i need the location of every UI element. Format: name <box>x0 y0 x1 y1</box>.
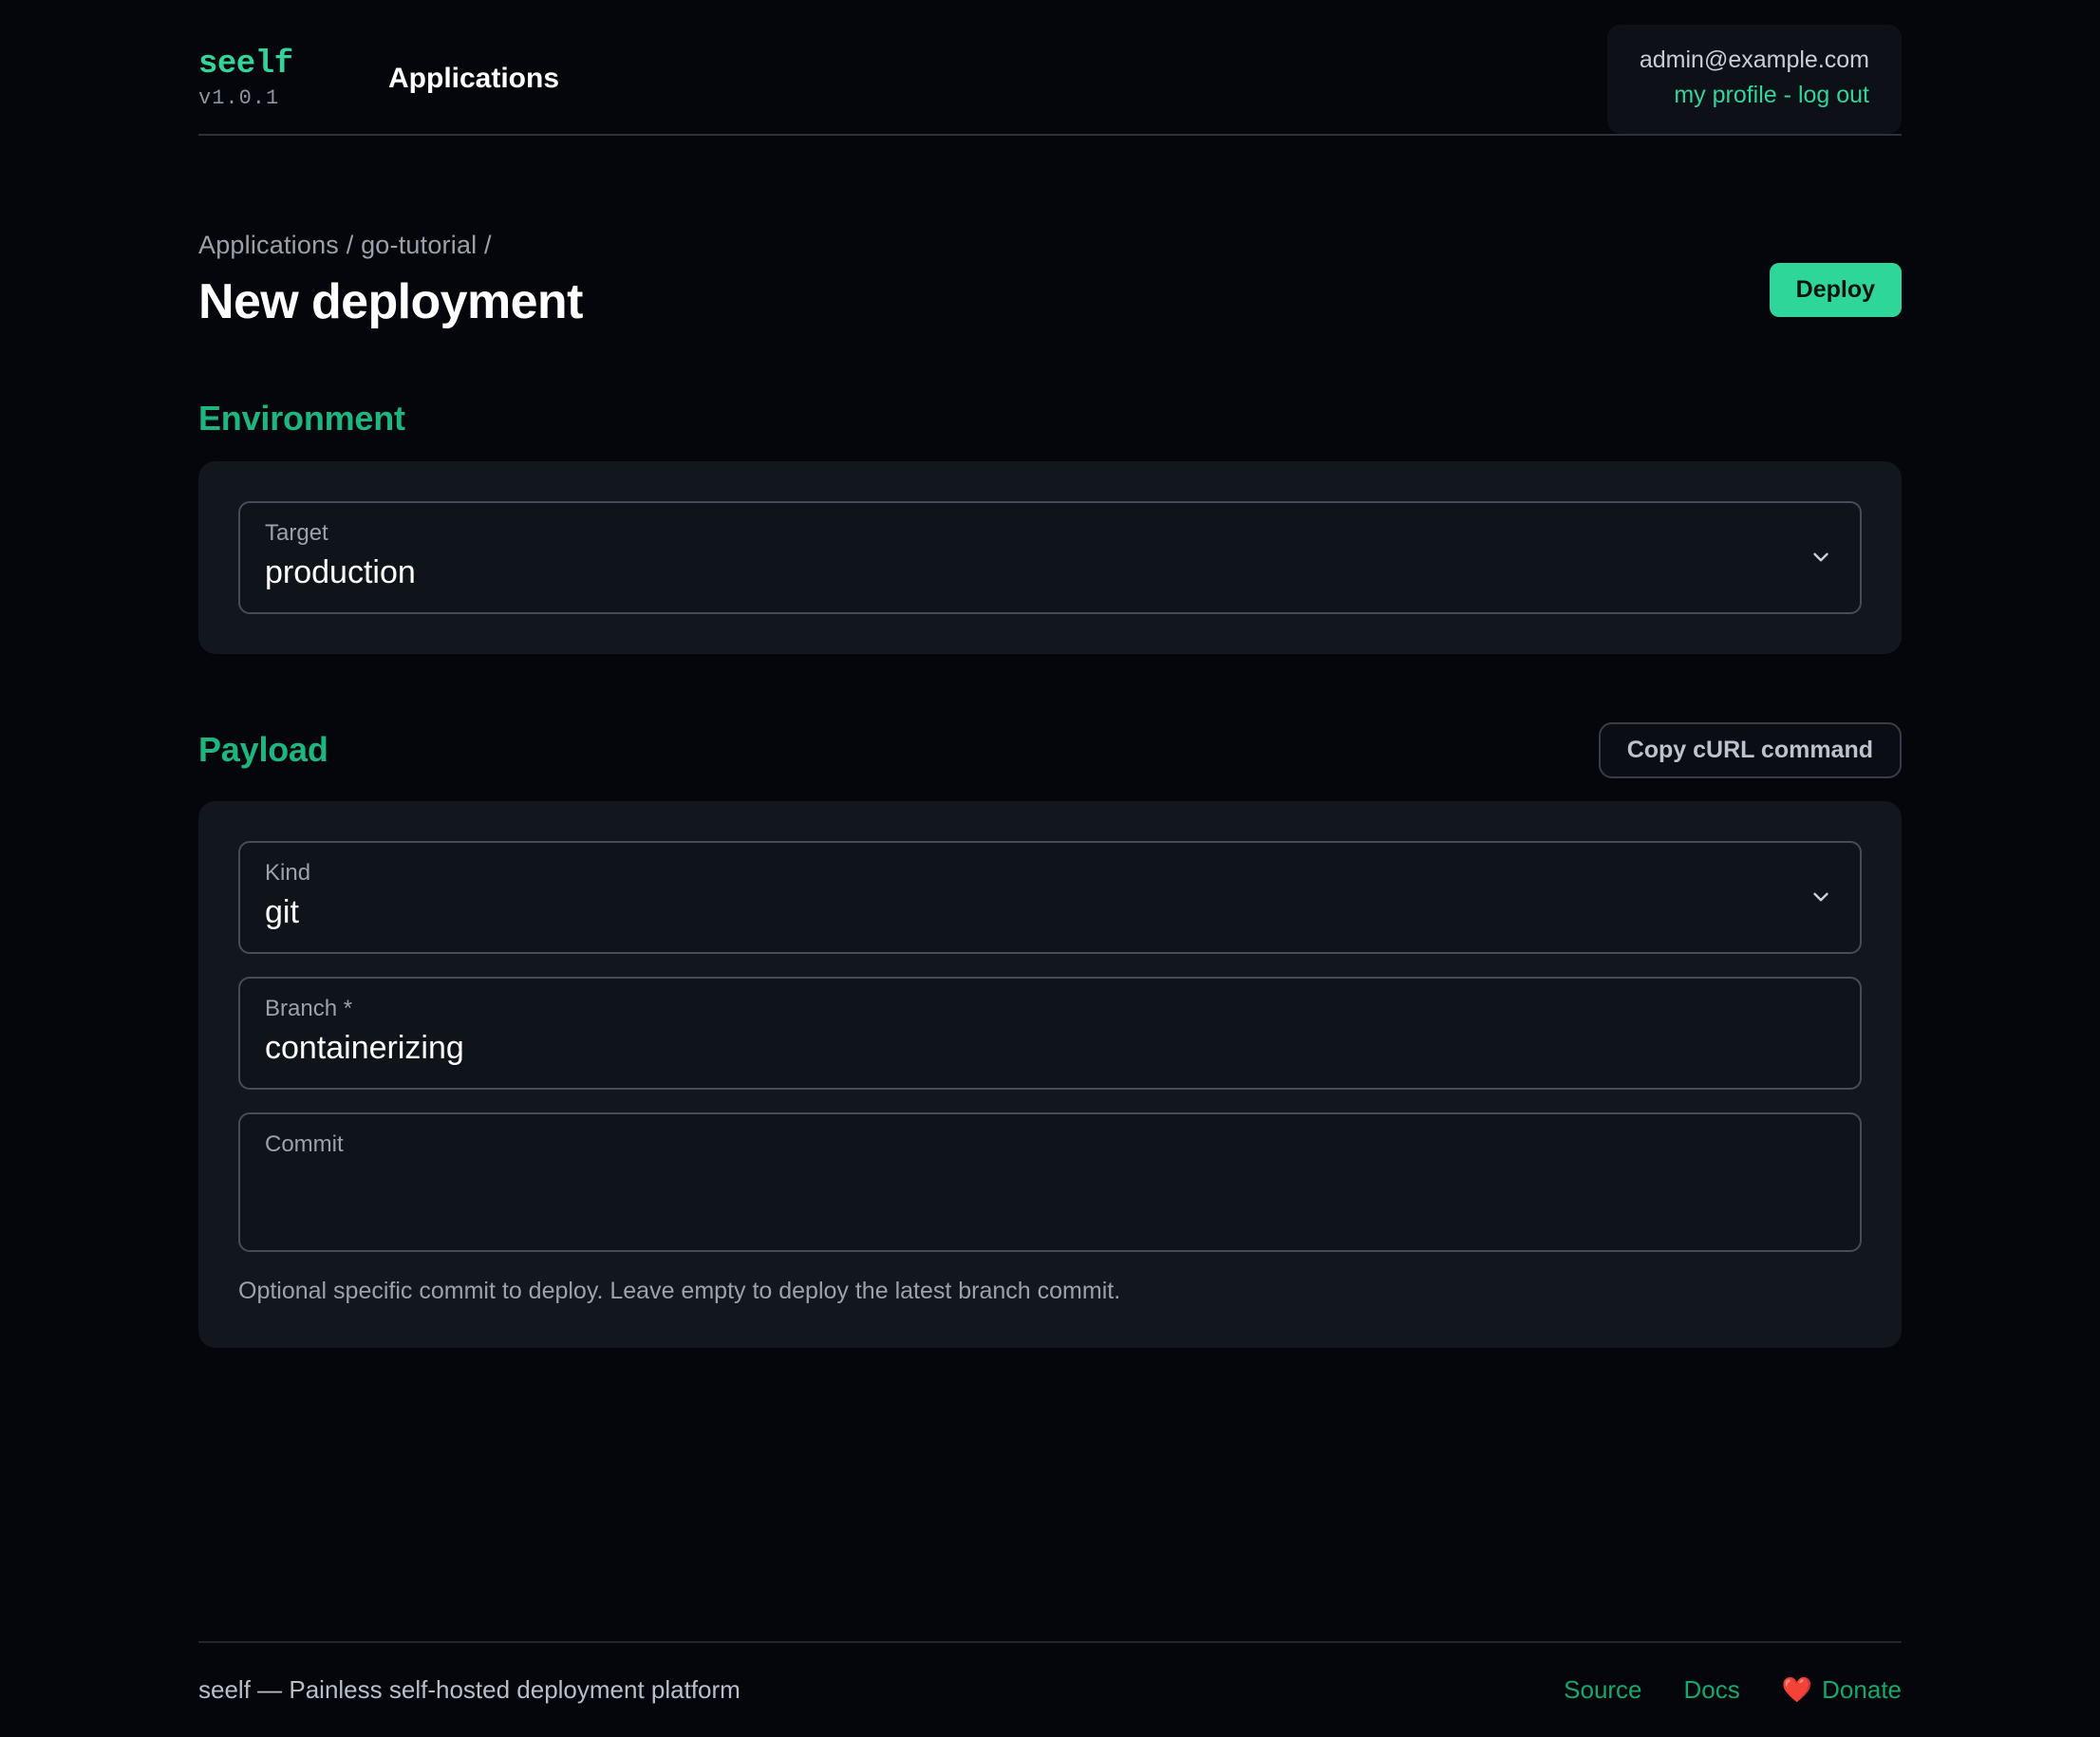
footer-link-docs[interactable]: Docs <box>1684 1675 1740 1705</box>
page-header: Applications / go-tutorial / New deploym… <box>198 231 1902 330</box>
environment-section-header: Environment <box>198 399 1902 439</box>
brand-logo[interactable]: seelf v1.0.1 <box>198 46 350 110</box>
deploy-button[interactable]: Deploy <box>1769 262 1902 317</box>
commit-input[interactable] <box>265 1163 1835 1233</box>
site-footer: seelf — Painless self-hosted deployment … <box>0 1641 2100 1737</box>
brand-version: v1.0.1 <box>198 85 280 110</box>
link-separator: - <box>1783 82 1791 109</box>
nav-item-applications[interactable]: Applications <box>388 63 559 95</box>
page-title: New deployment <box>198 273 583 329</box>
user-email: admin@example.com <box>1639 47 1869 73</box>
commit-field[interactable]: Commit <box>238 1112 1862 1253</box>
top-header: seelf v1.0.1 Applications admin@example.… <box>0 0 2100 160</box>
payload-section-title: Payload <box>198 730 328 770</box>
user-account-card: admin@example.com my profile - log out <box>1606 25 1902 134</box>
payload-section: Payload Copy cURL command Kind git Branc… <box>198 721 1902 1349</box>
branch-input[interactable]: containerizing <box>265 1027 1835 1071</box>
page-heading-group: Applications / go-tutorial / New deploym… <box>198 231 583 330</box>
heart-icon: ❤️ <box>1781 1675 1813 1704</box>
environment-section-title: Environment <box>198 398 405 438</box>
target-label: Target <box>265 519 328 546</box>
branch-label: Branch * <box>265 995 353 1021</box>
commit-hint: Optional specific commit to deploy. Leav… <box>238 1278 1121 1305</box>
commit-label: Commit <box>265 1131 344 1158</box>
donate-label: Donate <box>1822 1675 1902 1704</box>
target-select[interactable]: Target production <box>238 500 1862 614</box>
kind-value: git <box>265 893 299 930</box>
footer-link-donate[interactable]: ❤️ Donate <box>1782 1675 1902 1705</box>
footer-link-source[interactable]: Source <box>1564 1675 1641 1705</box>
target-value: production <box>265 553 416 590</box>
kind-select[interactable]: Kind git <box>238 840 1862 954</box>
breadcrumb[interactable]: Applications / go-tutorial / <box>198 231 583 260</box>
app-page: seelf v1.0.1 Applications admin@example.… <box>0 0 2100 1737</box>
branch-field[interactable]: Branch * containerizing <box>238 976 1862 1091</box>
my-profile-link[interactable]: my profile <box>1674 82 1776 108</box>
log-out-link[interactable]: log out <box>1798 82 1869 108</box>
brand-name: seelf <box>198 46 293 83</box>
chevron-down-icon <box>1809 545 1833 570</box>
copy-curl-command-button[interactable]: Copy cURL command <box>1598 721 1902 778</box>
header-divider <box>198 133 1902 136</box>
environment-card: Target production <box>198 460 1902 654</box>
footer-links: Source Docs ❤️ Donate <box>1564 1675 1902 1705</box>
chevron-down-icon <box>1809 885 1833 909</box>
payload-section-header: Payload Copy cURL command <box>198 721 1902 778</box>
kind-label: Kind <box>265 859 311 886</box>
main-content: Applications / go-tutorial / New deploym… <box>198 160 1902 1349</box>
footer-tagline: seelf — Painless self-hosted deployment … <box>198 1675 741 1704</box>
payload-card: Kind git Branch * containerizing Commit … <box>198 800 1902 1349</box>
footer-divider <box>198 1641 1902 1643</box>
user-links: my profile - log out <box>1640 81 1869 110</box>
environment-section: Environment Target production <box>198 399 1902 654</box>
